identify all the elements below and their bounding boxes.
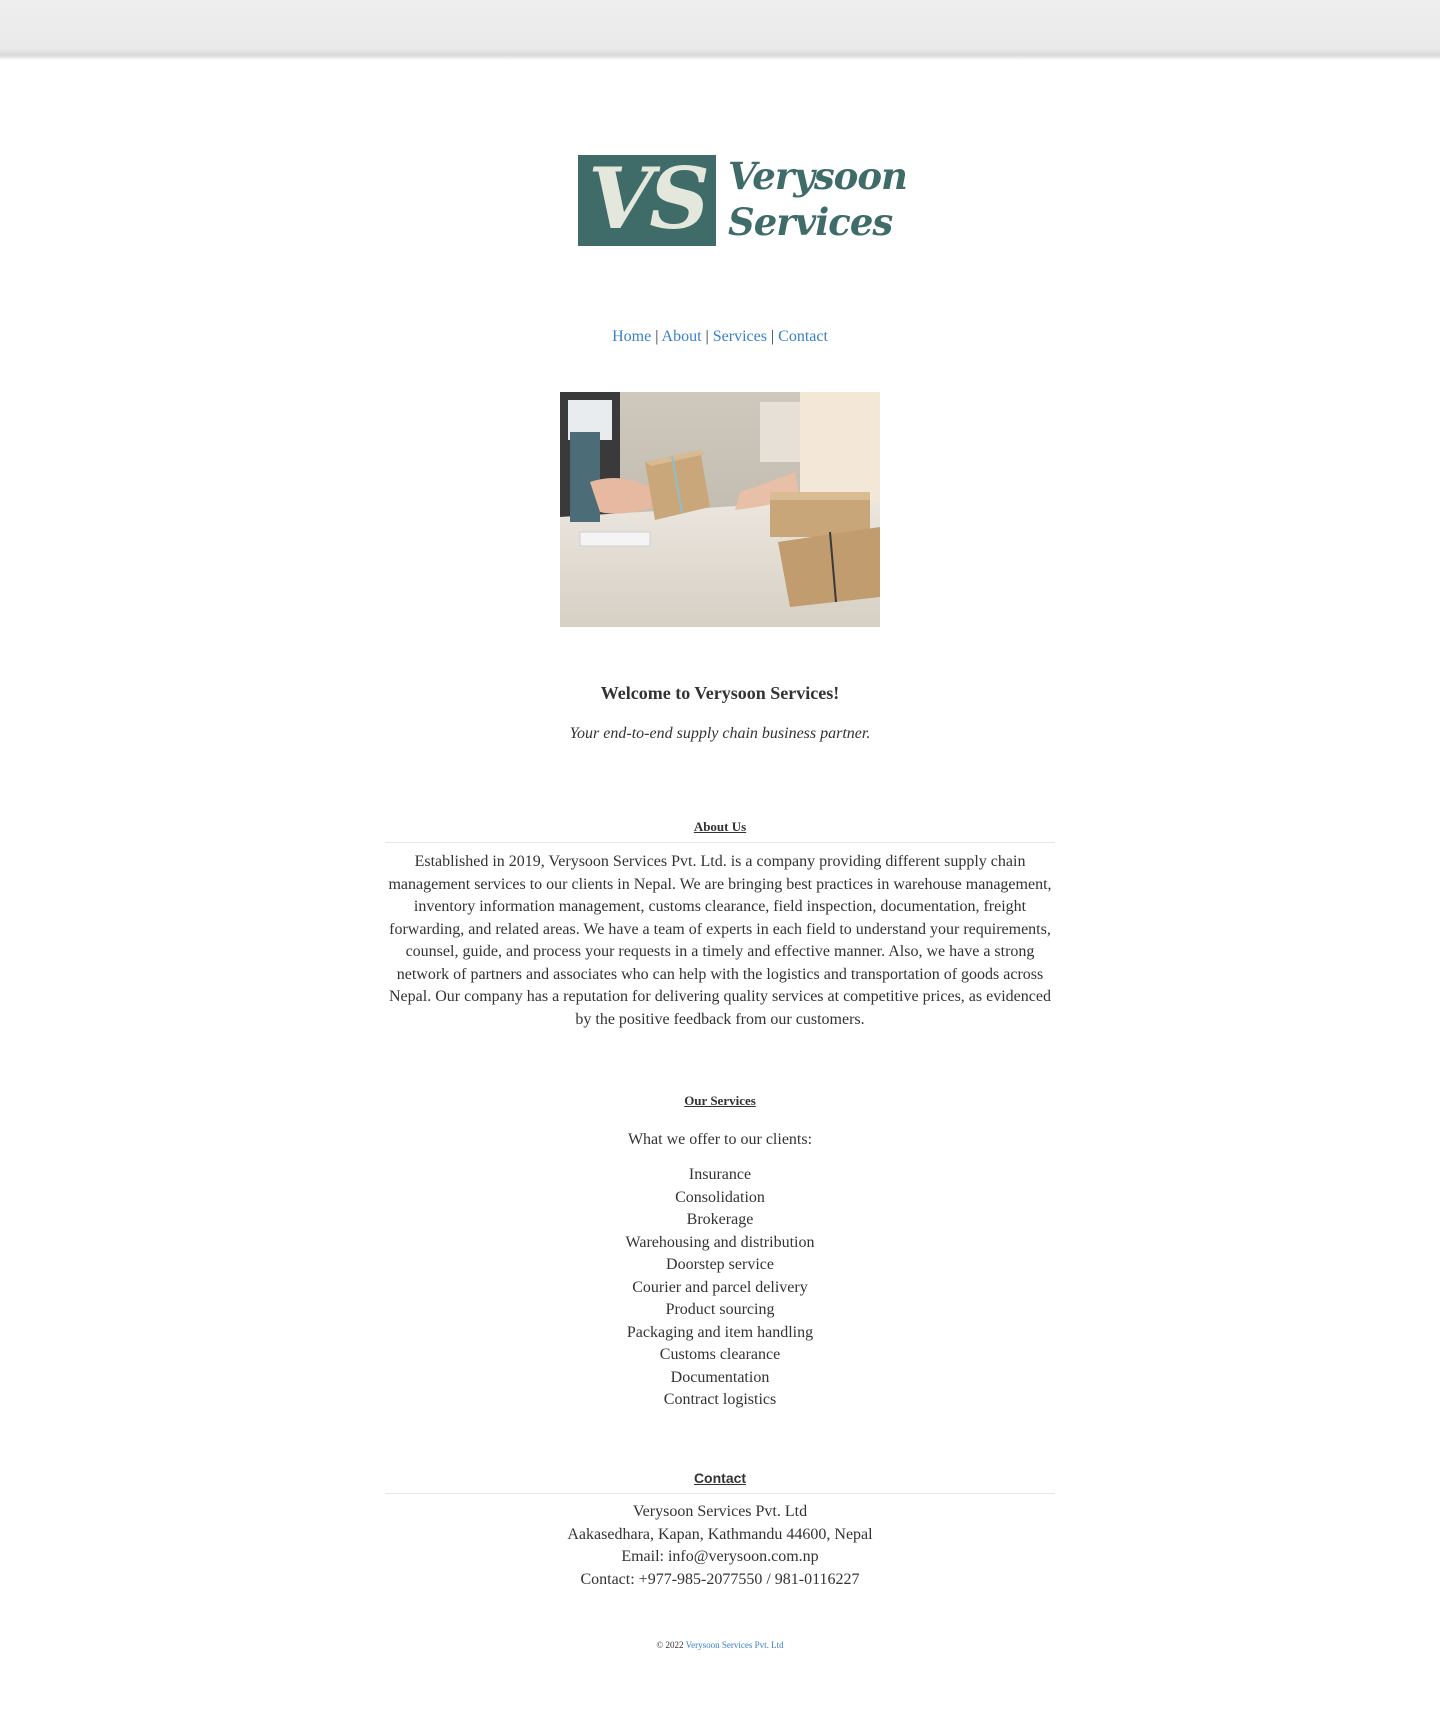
services-list-item: Brokerage <box>686 1211 754 1228</box>
nav-separator: | <box>770 328 775 345</box>
contact-heading: Contact <box>693 1470 747 1486</box>
services-intro: What we offer to our clients: <box>627 1131 813 1148</box>
services-list-item: Documentation <box>670 1368 770 1386</box>
services-list-item: Product sourcing <box>665 1301 775 1318</box>
nav-link-home[interactable]: Home <box>612 328 651 345</box>
about-body: Established in 2019, Verysoon Services P… <box>388 853 1052 1028</box>
services-list: Insurance Consolidation Brokerage Wareho… <box>0 1164 1440 1412</box>
services-list-item: Contract logistics <box>663 1391 777 1408</box>
contact-details: Verysoon Services Pvt. Ltd Aakasedhara, … <box>0 1501 1440 1591</box>
services-heading: Our Services <box>684 1093 756 1108</box>
welcome-title: Welcome to Verysoon Services! <box>600 683 840 703</box>
services-list-item: Courier and parcel delivery <box>632 1278 808 1296</box>
about-divider <box>385 842 1055 843</box>
welcome-tagline: Your end-to-end supply chain business pa… <box>569 725 871 742</box>
services-list-item: Consolidation <box>675 1188 765 1206</box>
footer-copyright: © 2022 <box>656 1640 684 1650</box>
footer: © 2022 Verysoon Services Pvt. Ltd <box>0 1640 1440 1650</box>
services-list-item: Warehousing and distribution <box>625 1233 815 1251</box>
contact-email[interactable]: Email: info@verysoon.com.np <box>0 1546 1440 1569</box>
contact-company: Verysoon Services Pvt. Ltd <box>632 1503 808 1520</box>
main-nav: Home | About | Services | Contact <box>0 328 1440 346</box>
services-list-item: Customs clearance <box>659 1346 781 1363</box>
services-list-item: Insurance <box>688 1166 752 1183</box>
hero-image <box>560 392 880 627</box>
services-list-item: Doorstep service <box>666 1256 774 1273</box>
logo-wordmark-line2: Services <box>728 200 893 244</box>
footer-company-link[interactable]: Verysoon Services Pvt. Ltd <box>686 1640 784 1650</box>
logo-wordmark: Verysoon Services <box>728 153 908 245</box>
site-logo[interactable]: VS Verysoon Services <box>578 149 908 248</box>
services-list-item: Packaging and item handling <box>626 1323 814 1341</box>
logo-wordmark-line1: Verysoon <box>728 154 908 198</box>
contact-phone[interactable]: Contact: +977-985-2077550 / 981-0116227 <box>0 1569 1440 1592</box>
nav-link-services[interactable]: Services <box>713 328 767 345</box>
contact-divider <box>385 1493 1055 1494</box>
logo-monogram: VS <box>578 149 716 248</box>
nav-separator: | <box>705 328 709 345</box>
nav-link-about[interactable]: About <box>662 328 702 345</box>
logo-monogram-text: VS <box>588 149 710 248</box>
nav-link-contact[interactable]: Contact <box>778 328 828 345</box>
nav-separator: | <box>655 328 659 345</box>
parcel-handoff-illustration <box>560 392 880 627</box>
contact-address: Aakasedhara, Kapan, Kathmandu 44600, Nep… <box>567 1525 873 1543</box>
browser-top-bar <box>0 0 1440 60</box>
about-heading: About Us <box>693 819 747 834</box>
